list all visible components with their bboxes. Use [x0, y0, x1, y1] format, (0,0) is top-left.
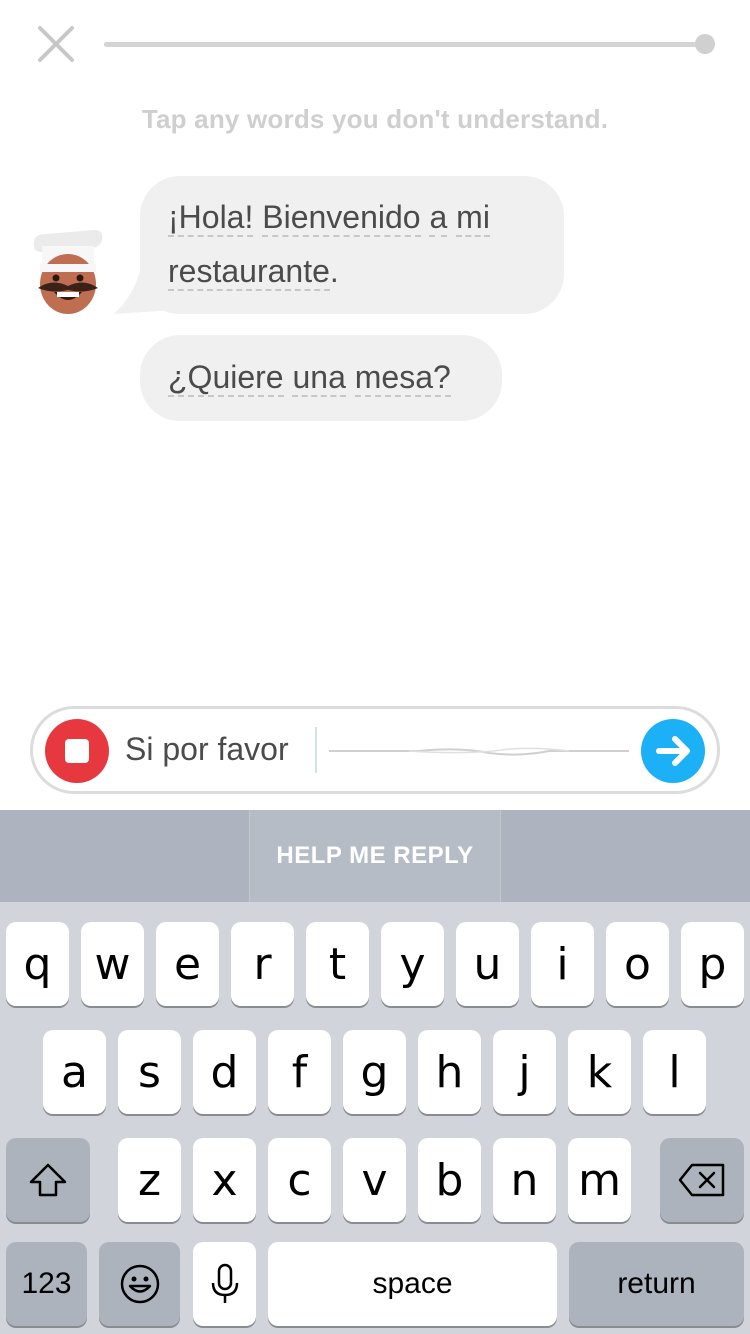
key-t[interactable]: t — [306, 922, 369, 1006]
key-l[interactable]: l — [643, 1030, 706, 1114]
chef-avatar — [28, 228, 108, 318]
help-me-reply-button[interactable]: HELP ME REPLY — [250, 810, 500, 902]
key-s[interactable]: s — [118, 1030, 181, 1114]
tappable-word[interactable]: una — [292, 359, 346, 397]
arrow-right-icon — [656, 736, 690, 766]
stop-icon — [65, 739, 89, 763]
delete-key[interactable] — [660, 1138, 744, 1222]
message-bubble: ¿Quiere una mesa? — [140, 335, 502, 421]
suggestion-slot-right[interactable] — [501, 810, 750, 902]
key-n[interactable]: n — [493, 1138, 556, 1222]
punctuation: . — [329, 253, 339, 289]
message-bubble: ¡Hola! Bienvenido a mi restaurante. — [140, 176, 564, 314]
key-w[interactable]: w — [81, 922, 144, 1006]
close-icon — [38, 26, 74, 62]
tappable-word[interactable]: ¿Quiere — [168, 359, 284, 397]
key-r[interactable]: r — [231, 922, 294, 1006]
instruction-text: Tap any words you don't understand. — [141, 104, 609, 134]
suggestion-bar: HELP ME REPLY — [0, 810, 750, 902]
key-d[interactable]: d — [193, 1030, 256, 1114]
progress-end-dot — [695, 34, 715, 54]
tappable-word[interactable]: mi — [456, 199, 490, 237]
key-e[interactable]: e — [156, 922, 219, 1006]
key-m[interactable]: m — [568, 1138, 631, 1222]
tappable-word[interactable]: a — [429, 199, 448, 237]
key-v[interactable]: v — [343, 1138, 406, 1222]
microphone-key[interactable] — [193, 1242, 256, 1326]
text-caret — [315, 727, 317, 773]
numbers-key[interactable]: 123 — [6, 1242, 87, 1326]
message-text: ¿Quiere una mesa? — [168, 350, 474, 404]
progress-bar — [104, 42, 708, 47]
suggestion-slot-left[interactable] — [0, 810, 249, 902]
close-button[interactable] — [36, 26, 76, 62]
key-x[interactable]: x — [193, 1138, 256, 1222]
key-g[interactable]: g — [343, 1030, 406, 1114]
keyboard: qwertyuiop asdfghjkl zxcvbnm 123 space r… — [0, 902, 750, 1334]
space-key[interactable]: space — [268, 1242, 557, 1326]
key-h[interactable]: h — [418, 1030, 481, 1114]
key-i[interactable]: i — [531, 922, 594, 1006]
reply-input[interactable]: Si por favor — [125, 731, 289, 768]
key-c[interactable]: c — [268, 1138, 331, 1222]
backspace-icon — [678, 1163, 725, 1197]
tappable-word[interactable]: restaurante — [168, 253, 330, 291]
emoji-key[interactable] — [99, 1242, 180, 1326]
key-u[interactable]: u — [456, 922, 519, 1006]
emoji-icon — [120, 1264, 159, 1304]
tappable-word[interactable]: mesa? — [354, 359, 451, 397]
audio-waveform — [329, 747, 629, 756]
tappable-word[interactable]: Bienvenido — [262, 199, 421, 237]
key-k[interactable]: k — [568, 1030, 631, 1114]
key-j[interactable]: j — [493, 1030, 556, 1114]
send-button[interactable] — [641, 719, 705, 783]
message-text: ¡Hola! Bienvenido a mi restaurante. — [168, 190, 536, 298]
microphone-icon — [211, 1263, 238, 1303]
reply-input-bar: Si por favor — [30, 706, 720, 794]
stop-recording-button[interactable] — [45, 719, 109, 783]
key-z[interactable]: z — [118, 1138, 181, 1222]
shift-icon — [29, 1163, 67, 1197]
shift-key[interactable] — [6, 1138, 90, 1222]
progress-fill — [104, 42, 696, 47]
key-a[interactable]: a — [43, 1030, 106, 1114]
return-key[interactable]: return — [569, 1242, 744, 1326]
key-o[interactable]: o — [606, 922, 669, 1006]
key-f[interactable]: f — [268, 1030, 331, 1114]
key-y[interactable]: y — [381, 922, 444, 1006]
key-b[interactable]: b — [418, 1138, 481, 1222]
tappable-word[interactable]: ¡Hola! — [168, 199, 254, 237]
key-p[interactable]: p — [681, 922, 744, 1006]
key-q[interactable]: q — [6, 922, 69, 1006]
